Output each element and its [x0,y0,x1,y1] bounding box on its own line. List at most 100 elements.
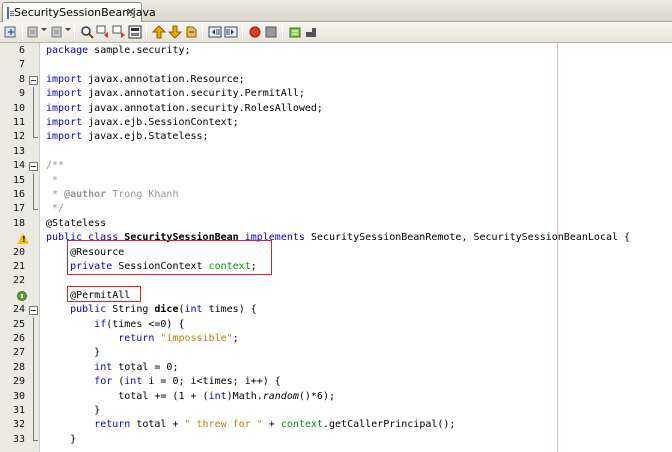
find-prev-icon[interactable] [96,25,110,39]
comment-icon[interactable] [288,25,302,39]
code-line[interactable]: 31 } [0,404,672,419]
code-text: for (int i = 0; i<times; i++) { [46,375,281,389]
fold-guide [33,87,34,102]
line-number: 33 [12,433,25,445]
code-text: /** [46,159,64,173]
code-text: if(times <=0) { [46,318,185,332]
java-file-icon [7,6,14,19]
code-text: @Stateless [46,217,106,231]
close-tab-icon[interactable]: × [126,5,135,18]
code-text: return total + " threw for " + context.g… [46,418,455,432]
line-number: 7 [18,59,25,71]
line-number: 15 [12,174,25,186]
line-number: 14 [12,160,25,172]
toggle-highlight-icon[interactable] [128,25,142,39]
editor-tab-strip: SecuritySessionBean.java × [0,0,672,22]
code-line[interactable]: 29 for (int i = 0; i<times; i++) { [0,375,672,390]
code-line[interactable]: 32 return total + " threw for " + contex… [0,418,672,433]
back-icon[interactable] [26,25,40,39]
code-line[interactable]: 30 total += (1 + (int)Math.random()*6); [0,389,672,404]
code-token: dice [154,304,179,316]
collapse-fold-icon[interactable] [29,162,38,172]
fold-guide [33,375,34,390]
editor-tab[interactable]: SecuritySessionBean.java × [2,2,156,22]
code-token: */ [46,203,65,215]
code-text: import javax.annotation.Resource; [46,73,245,87]
line-number: 24 [12,304,25,316]
code-token: } [46,347,101,359]
hint-icon[interactable] [17,290,27,301]
code-token: int [94,361,113,373]
code-line[interactable]: 6 package sample.security; [0,44,672,58]
fold-guide [33,418,34,433]
code-line[interactable]: 33 } [0,432,672,447]
code-token: )Math. [226,390,263,402]
code-token: javax.annotation.Resource; [82,73,245,85]
warning-icon[interactable]: ! [17,233,29,245]
code-token: return [94,419,131,431]
code-line[interactable]: 8 import javax.annotation.Resource; [0,73,672,87]
start-macro-icon[interactable] [248,25,262,39]
code-text: package sample.security; [46,44,191,58]
code-token: .getCallerPrincipal(); [322,419,456,431]
code-line[interactable]: 14 /** [0,159,672,173]
code-token: int [124,376,143,388]
code-line[interactable]: 12 import javax.ejb.Stateless; [0,130,672,144]
resource-annotation-highlight [67,240,272,275]
next-bookmark-icon[interactable] [168,25,182,39]
line-number: 26 [12,333,25,344]
uncomment-icon[interactable] [304,25,318,39]
fold-guide [33,332,34,347]
code-line[interactable]: 24 public String dice(int times) { [0,303,672,317]
find-icon[interactable] [80,25,94,39]
forward-icon[interactable] [50,25,64,39]
shift-right-icon[interactable] [224,25,238,39]
line-number: 6 [18,45,25,56]
find-next-icon[interactable] [112,25,126,39]
code-line[interactable]: 10 import javax.annotation.security.Roles… [0,101,672,116]
collapse-fold-icon[interactable] [29,306,38,316]
chevron-down-icon[interactable] [41,28,47,31]
code-editor[interactable]: 6 package sample.security; 7 8 import javax.… [0,43,672,452]
code-line[interactable]: 15 * [0,173,672,188]
code-token: ( [112,376,125,388]
line-number: 17 [12,203,25,215]
code-token: return [118,333,155,344]
code-token: javax.ejb.SessionContext; [82,117,239,128]
code-token: package [46,45,89,56]
chevron-down-icon[interactable] [65,28,71,31]
stop-macro-icon[interactable] [264,25,278,39]
code-line[interactable]: 18 @Stateless [0,217,672,231]
fold-end-guide [33,432,38,441]
fold-guide [33,317,34,332]
shift-left-icon[interactable] [208,25,222,39]
fold-guide [33,101,34,116]
code-token: (times <=0) { [106,318,185,330]
code-line[interactable]: 25 if(times <=0) { [0,317,672,332]
code-line[interactable]: 28 int total = 0; [0,360,672,376]
code-line[interactable]: 27 } [0,346,672,361]
code-line[interactable]: 16 * @author Trong Khanh [0,188,672,203]
line-number: 25 [12,318,25,330]
code-token: if [94,318,107,330]
code-token: import [46,73,83,85]
code-line[interactable]: 17 */ [0,202,672,216]
collapse-fold-icon[interactable] [29,75,38,85]
code-token: for [94,376,113,388]
code-token: import [46,88,83,100]
code-line[interactable]: 7 [0,58,672,72]
code-token: ; [232,333,239,344]
last-edit-icon[interactable] [4,25,18,39]
code-line[interactable]: 13 [0,145,672,159]
code-line[interactable]: 9 import javax.annotation.security.Permit… [0,87,672,102]
code-line[interactable]: 26 return "impossible"; [0,332,672,347]
toggle-bookmark-icon[interactable] [184,25,198,39]
editor-toolbar [0,22,672,43]
code-token: javax.annotation.security.PermitAll; [82,88,305,100]
code-line[interactable]: 11 import javax.ejb.SessionContext; [0,116,672,131]
prev-bookmark-icon[interactable] [152,25,166,39]
